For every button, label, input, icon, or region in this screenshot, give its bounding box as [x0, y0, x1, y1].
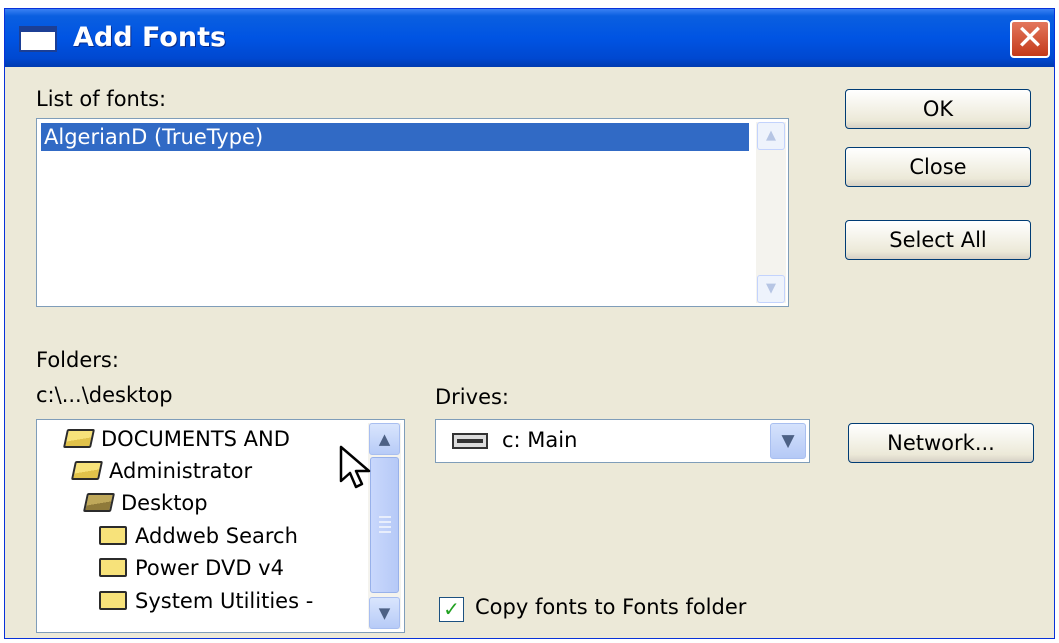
scroll-up-icon[interactable]: ▲	[757, 122, 785, 150]
fonts-scrollbar[interactable]: ▲ ▼	[756, 122, 786, 303]
drives-selected: c: Main	[502, 428, 578, 452]
folders-path: c:\...\desktop	[36, 383, 173, 407]
chevron-down-icon[interactable]: ▼	[770, 423, 806, 459]
scroll-down-icon[interactable]: ▼	[757, 275, 785, 303]
mouse-pointer-icon	[339, 445, 371, 489]
folder-icon	[99, 591, 127, 610]
window-icon	[19, 26, 57, 52]
drives-combobox[interactable]: c: Main ▼	[435, 419, 810, 463]
font-list-item[interactable]: AlgerianD (TrueType)	[41, 123, 749, 151]
ok-button[interactable]: OK	[845, 89, 1031, 129]
close-window-button[interactable]: ✕	[1010, 20, 1050, 58]
select-all-button[interactable]: Select All	[845, 220, 1031, 260]
title-bar[interactable]: Add Fonts ✕	[5, 9, 1054, 67]
fonts-listbox[interactable]: AlgerianD (TrueType) ▲ ▼	[36, 118, 789, 307]
open-folder-icon	[62, 429, 96, 448]
folder-icon	[99, 558, 127, 577]
scroll-down-icon[interactable]: ▼	[369, 597, 400, 629]
window-title: Add Fonts	[73, 22, 227, 53]
list-of-fonts-label: List of fonts:	[36, 87, 167, 111]
folders-label: Folders:	[36, 348, 119, 372]
copy-fonts-label: Copy fonts to Fonts folder	[475, 595, 747, 619]
drives-label: Drives:	[435, 385, 510, 409]
folder-icon	[99, 526, 127, 545]
close-button[interactable]: Close	[845, 147, 1031, 187]
copy-fonts-checkbox[interactable]: ✓	[439, 597, 464, 622]
open-folder-icon	[70, 461, 104, 480]
network-button[interactable]: Network...	[848, 423, 1034, 463]
hard-drive-icon	[452, 433, 488, 449]
open-folder-selected-icon	[82, 493, 116, 512]
add-fonts-dialog: Add Fonts ✕ List of fonts: AlgerianD (Tr…	[4, 8, 1055, 639]
